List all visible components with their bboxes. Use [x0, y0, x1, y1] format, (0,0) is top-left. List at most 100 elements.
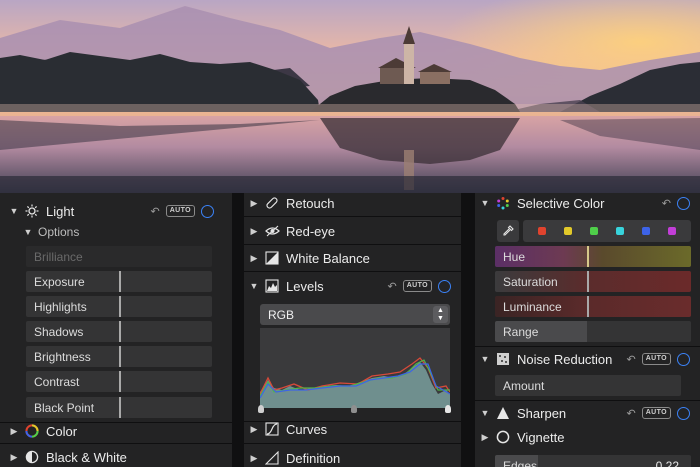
- disclosure-collapsed-icon[interactable]: ▶: [248, 226, 260, 237]
- bandage-icon: [264, 195, 280, 211]
- toggle-circle-icon[interactable]: [677, 352, 690, 366]
- section-color[interactable]: ▶ Color: [0, 419, 232, 443]
- undo-icon[interactable]: ↶: [662, 197, 671, 210]
- slider-shadows[interactable]: Shadows: [26, 321, 212, 342]
- section-title: Red-eye: [286, 223, 336, 239]
- disclosure-collapsed-icon[interactable]: ▶: [248, 253, 260, 264]
- section-definition[interactable]: ▶ Definition: [244, 446, 461, 467]
- disclosure-expanded-icon[interactable]: ▼: [22, 227, 34, 237]
- slider-handle[interactable]: [119, 397, 121, 418]
- slider-label: Brilliance: [34, 249, 83, 264]
- swatch-green[interactable]: [590, 227, 598, 235]
- disclosure-collapsed-icon[interactable]: ▶: [248, 424, 260, 435]
- disclosure-expanded-icon[interactable]: ▼: [8, 206, 20, 216]
- sun-icon: [24, 203, 40, 219]
- select-stepper-icon[interactable]: ▲ ▼: [433, 306, 448, 323]
- slider-handle[interactable]: [119, 371, 121, 392]
- slider-handle[interactable]: [587, 296, 589, 317]
- section-title: Noise Reduction: [517, 351, 613, 367]
- undo-icon[interactable]: ↶: [387, 280, 396, 293]
- slider-label: Edges: [503, 458, 538, 467]
- eyedropper-button[interactable]: [497, 220, 519, 242]
- section-black-white[interactable]: ▶ Black & White: [0, 445, 232, 467]
- light-column: ▼ Light ↶ AUTO ▼ Options Brilliance Expo…: [0, 193, 232, 467]
- histogram-graph: [259, 357, 451, 408]
- midtone-handle[interactable]: [351, 405, 357, 413]
- swatch-cyan[interactable]: [616, 227, 624, 235]
- toggle-circle-icon[interactable]: [677, 406, 690, 420]
- section-levels[interactable]: ▼ Levels ↶ AUTO: [244, 274, 461, 298]
- slider-black-point[interactable]: Black Point: [26, 397, 212, 418]
- auto-button[interactable]: AUTO: [641, 407, 671, 419]
- slider-handle[interactable]: [119, 271, 121, 292]
- disclosure-expanded-icon[interactable]: ▼: [479, 354, 491, 364]
- slider-amount[interactable]: Amount: [495, 375, 681, 396]
- disclosure-expanded-icon[interactable]: ▼: [479, 198, 491, 208]
- slider-saturation[interactable]: Saturation: [495, 271, 691, 292]
- slider-contrast[interactable]: Contrast: [26, 371, 212, 392]
- levels-histogram[interactable]: [259, 328, 451, 408]
- disclosure-collapsed-icon[interactable]: ▶: [248, 453, 260, 464]
- swatch-magenta[interactable]: [668, 227, 676, 235]
- undo-icon[interactable]: ↶: [626, 407, 635, 420]
- auto-button[interactable]: AUTO: [402, 280, 432, 292]
- slider-label: Brightness: [34, 349, 91, 364]
- slider-luminance[interactable]: Luminance: [495, 296, 691, 317]
- toggle-circle-icon[interactable]: [677, 196, 690, 210]
- options-disclosure[interactable]: ▼ Options: [0, 220, 232, 244]
- slider-brightness[interactable]: Brightness: [26, 346, 212, 367]
- section-selective-color[interactable]: ▼ Selective Color ↶: [475, 193, 700, 215]
- slider-exposure[interactable]: Exposure: [26, 271, 212, 292]
- lake-photo: [0, 0, 700, 193]
- color-wheel-icon: [24, 423, 40, 439]
- section-title: Definition: [286, 450, 341, 466]
- section-red-eye[interactable]: ▶ Red-eye: [244, 219, 461, 243]
- auto-button[interactable]: AUTO: [165, 205, 195, 217]
- divider: [244, 443, 461, 444]
- disclosure-collapsed-icon[interactable]: ▶: [479, 432, 491, 443]
- photo-preview: [0, 0, 700, 193]
- auto-button[interactable]: AUTO: [641, 353, 671, 365]
- section-title: Light: [46, 203, 75, 219]
- channel-select[interactable]: RGB ▲ ▼: [260, 304, 450, 325]
- slider-label: Contrast: [34, 374, 80, 389]
- swatch-blue[interactable]: [642, 227, 650, 235]
- slider-handle[interactable]: [587, 246, 589, 267]
- disclosure-collapsed-icon[interactable]: ▶: [8, 426, 20, 437]
- disclosure-expanded-icon[interactable]: ▼: [479, 408, 491, 418]
- section-title: Selective Color: [517, 195, 605, 211]
- slider-highlights[interactable]: Highlights: [26, 296, 212, 317]
- column-divider: [232, 193, 244, 467]
- black-point-handle[interactable]: [258, 405, 264, 413]
- section-curves[interactable]: ▶ Curves: [244, 417, 461, 441]
- noise-icon: [495, 351, 511, 367]
- slider-label: Range: [503, 324, 539, 339]
- slider-handle[interactable]: [119, 346, 121, 367]
- curves-icon: [264, 421, 280, 437]
- slider-handle[interactable]: [587, 271, 589, 292]
- slider-handle[interactable]: [119, 321, 121, 342]
- section-noise-reduction[interactable]: ▼ Noise Reduction ↶ AUTO: [475, 347, 700, 371]
- undo-icon[interactable]: ↶: [150, 205, 159, 218]
- slider-handle[interactable]: [119, 296, 121, 317]
- section-retouch[interactable]: ▶ Retouch: [244, 193, 461, 215]
- slider-hue[interactable]: Hue: [495, 246, 691, 267]
- section-vignette[interactable]: ▶ Vignette: [475, 425, 700, 449]
- slider-value: 0.22: [655, 458, 679, 467]
- slider-edges[interactable]: Edges 0.22: [495, 455, 691, 467]
- swatch-red[interactable]: [538, 227, 546, 235]
- toggle-circle-icon[interactable]: [201, 204, 214, 218]
- slider-range[interactable]: Range: [495, 321, 691, 342]
- undo-icon[interactable]: ↶: [626, 353, 635, 366]
- section-title: Color: [46, 423, 78, 439]
- disclosure-collapsed-icon[interactable]: ▶: [8, 452, 20, 463]
- column-divider: [461, 193, 475, 467]
- section-sharpen[interactable]: ▼ Sharpen ↶ AUTO: [475, 401, 700, 425]
- eye-icon: [264, 223, 280, 239]
- disclosure-collapsed-icon[interactable]: ▶: [248, 198, 260, 209]
- section-white-balance[interactable]: ▶ White Balance: [244, 246, 461, 270]
- white-point-handle[interactable]: [445, 405, 451, 413]
- toggle-circle-icon[interactable]: [438, 279, 451, 293]
- disclosure-expanded-icon[interactable]: ▼: [248, 281, 260, 291]
- swatch-yellow[interactable]: [564, 227, 572, 235]
